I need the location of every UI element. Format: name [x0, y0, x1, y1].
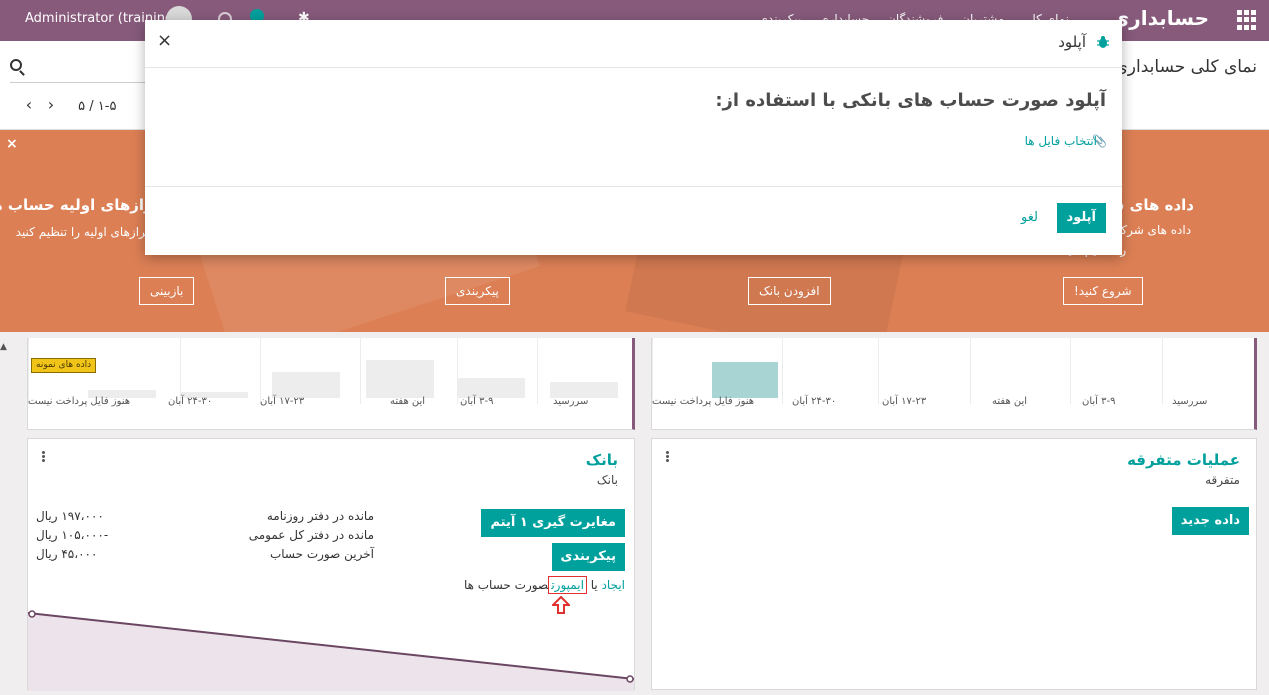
tick-label: هنوز فایل پرداخت نیست [652, 396, 755, 407]
left-strip: ▲ [0, 338, 10, 695]
new-entry-button[interactable]: داده جدید [1171, 507, 1249, 535]
bank-journal-card: بانک بانک مغایرت گیری ۱ آیتم پیکربندی ما… [27, 438, 635, 691]
step-balances-desc: ترازهای اولیه را تنظیم کنید [15, 225, 149, 239]
collapse-caret-icon[interactable]: ▲ [0, 342, 7, 352]
kebab-menu-icon[interactable] [666, 451, 670, 463]
banner-close-icon[interactable]: × [6, 136, 18, 152]
chart-point [28, 610, 36, 618]
cancel-button[interactable]: لغو [1013, 203, 1046, 233]
app-brand[interactable]: حسابداری [1111, 6, 1209, 30]
tick-label: ۳-۹ آبان [1082, 396, 1116, 407]
chart-point [626, 675, 634, 683]
create-or-import-line: ایجاد یا ایمپورتصورت حساب ها [463, 576, 625, 594]
x-axis-labels: سررسید ۳-۹ آبان این هفته ۱۷-۲۳ آبان ۲۴-۳… [28, 396, 632, 416]
red-up-arrow-icon [552, 596, 570, 614]
review-button[interactable]: بازبینی [139, 277, 195, 305]
breadcrumb: نمای کلی حسابداری [1114, 57, 1258, 77]
x-axis-labels: سررسید ۳-۹ آبان این هفته ۱۷-۲۳ آبان ۲۴-۳… [652, 396, 1254, 416]
upload-dialog: آپلود × آپلود صورت حساب های بانکی با است… [145, 20, 1122, 255]
tick-label: ۲۴-۳۰ آبان [792, 396, 837, 407]
add-bank-button[interactable]: افزودن بانک [748, 277, 831, 305]
banner-configure-button[interactable]: پیکربندی [445, 277, 510, 305]
dialog-footer: آپلود لغو [145, 186, 1122, 255]
bar-chart [28, 338, 632, 404]
stat-value: ۱۹۷،۰۰۰ ریال [36, 509, 104, 523]
tick-label: سررسید [553, 396, 589, 407]
get-started-button[interactable]: شروع کنید! [1063, 277, 1143, 305]
close-icon[interactable]: × [157, 30, 172, 51]
create-link[interactable]: ایجاد [602, 578, 625, 592]
bar [366, 360, 434, 398]
card-title[interactable]: عملیات متفرقه [1127, 451, 1240, 469]
pager-next-icon[interactable]: › [40, 95, 62, 114]
stat-label[interactable]: مانده در دفتر روزنامه [267, 509, 374, 523]
dialog-header: آپلود × [145, 20, 1122, 68]
stat-value: -۱۰۵،۰۰۰ ریال [36, 528, 109, 542]
tick-label: ۱۷-۲۳ آبان [260, 396, 305, 407]
search-icon [10, 59, 22, 71]
or-text: یا [590, 578, 598, 592]
tick-label: هنوز فایل پرداخت نیست [28, 396, 131, 407]
stat-label[interactable]: آخرین صورت حساب [270, 547, 374, 561]
card-title[interactable]: بانک [586, 451, 618, 469]
sample-data-badge: داده های نمونه [31, 358, 97, 373]
misc-journal-card: عملیات متفرقه متفرقه داده جدید [651, 438, 1257, 690]
dialog-title: آپلود [1058, 33, 1086, 51]
dialog-heading: آپلود صورت حساب های بانکی با استفاده از: [715, 90, 1106, 111]
tick-label: ۳-۹ آبان [460, 396, 494, 407]
pager-value[interactable]: ۵ / ۱-۵ [78, 99, 116, 114]
bar-chart [652, 338, 1254, 404]
bar [712, 362, 778, 398]
select-files-link[interactable]: انتخاب فایل ها [1025, 134, 1097, 148]
bar [272, 372, 340, 398]
graph-card-left: داده های نمونه سررسید ۳-۹ آبان این هفته … [27, 338, 635, 430]
kebab-menu-icon[interactable] [42, 451, 46, 463]
stat-value: ۴۵،۰۰۰ ریال [36, 547, 98, 561]
tick-label: ۲۴-۳۰ آبان [168, 396, 213, 407]
stat-label[interactable]: مانده در دفتر کل عمومی [249, 528, 374, 542]
chart-area [28, 613, 634, 691]
graph-card-right: سررسید ۳-۹ آبان این هفته ۱۷-۲۳ آبان ۲۴-۳… [651, 338, 1257, 430]
step-balances-title: ترازهای اولیه حساب ها [0, 196, 159, 214]
tick-label: ۱۷-۲۳ آبان [882, 396, 927, 407]
upload-button[interactable]: آپلود [1056, 203, 1106, 233]
tick-label: سررسید [1172, 396, 1208, 407]
tick-label: این هفته [390, 396, 426, 407]
balance-line-chart [28, 610, 634, 691]
card-subtitle: متفرقه [1205, 473, 1240, 487]
card-subtitle: بانک [596, 473, 618, 487]
bar [457, 378, 525, 398]
statements-text: صورت حساب ها [463, 578, 549, 592]
search-input[interactable] [10, 57, 150, 83]
tick-label: این هفته [992, 396, 1028, 407]
reconcile-button[interactable]: مغایرت گیری ۱ آیتم [481, 509, 625, 537]
configure-button[interactable]: پیکربندی [551, 543, 625, 571]
bug-icon [1097, 36, 1109, 48]
apps-grid-icon[interactable] [1237, 10, 1257, 30]
import-link[interactable]: ایمپورت [548, 576, 587, 594]
pager: ‹ › ۵ / ۱-۵ [18, 95, 117, 114]
pager-previous-icon[interactable]: ‹ [18, 95, 40, 114]
